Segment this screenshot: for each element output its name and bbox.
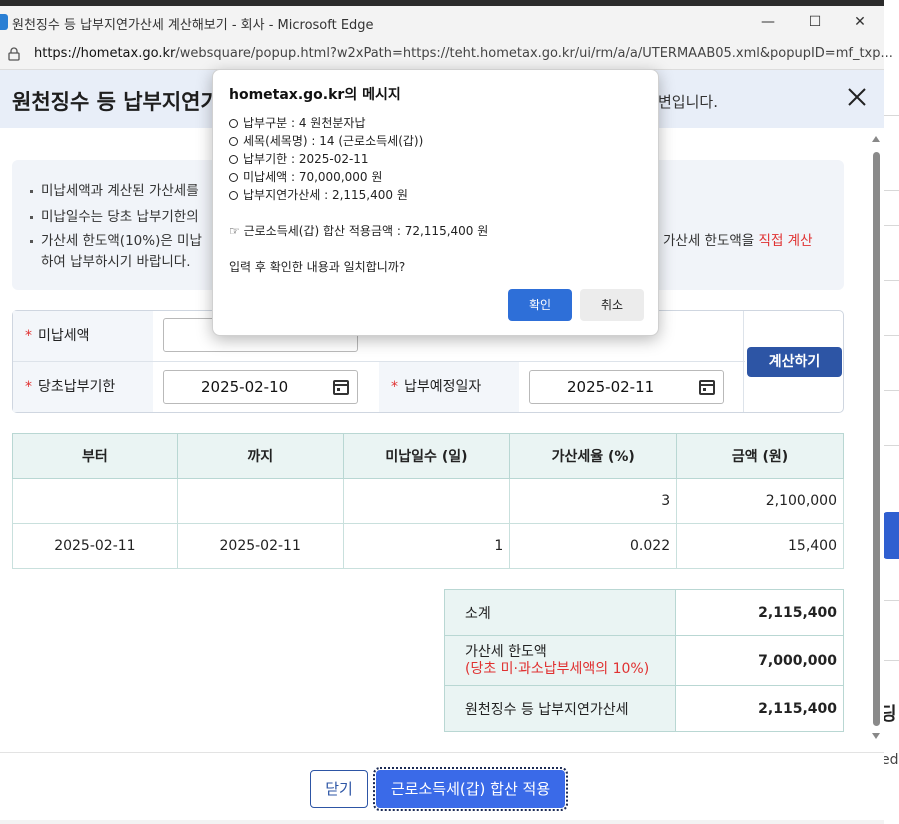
planned-date-input[interactable]: 2025-02-11 <box>529 370 724 404</box>
unpaid-amount-label: * 미납세액 <box>13 311 153 361</box>
subtotal-value: 2,115,400 <box>675 589 844 636</box>
table-cell <box>342 478 511 524</box>
url-text[interactable]: https://hometax.go.kr/websquare/popup.ht… <box>34 46 893 61</box>
calculate-button[interactable]: 계산하기 <box>747 347 842 377</box>
limit-value: 7,000,000 <box>675 635 844 686</box>
dialog-line: 납부기한 : 2025-02-11 <box>229 150 369 167</box>
bg-divider <box>884 190 899 191</box>
close-icon[interactable] <box>846 86 868 108</box>
summary-row: 원천징수 등 납부지연가산세 2,115,400 <box>444 685 844 732</box>
penalty-table: 부터 까지 미납일수 (일) 가산세율 (%) 금액 (원) 3 2,100,0… <box>12 433 844 569</box>
maximize-icon[interactable]: ☐ <box>799 10 831 34</box>
column-header: 부터 <box>12 433 178 479</box>
table-header-row: 부터 까지 미납일수 (일) 가산세율 (%) 금액 (원) <box>12 433 844 479</box>
circle-bullet-icon <box>229 173 238 182</box>
limit-label: 가산세 한도액 <box>465 643 547 660</box>
dialog-question: 입력 후 확인한 내용과 일치합니까? <box>229 260 406 274</box>
circle-bullet-icon <box>229 191 238 200</box>
dialog-sum-line: ☞ 근로소득세(갑) 합산 적용금액 : 72,115,400 원 <box>229 224 489 238</box>
summary-row: 소계 2,115,400 <box>444 589 844 636</box>
bg-divider <box>884 335 899 336</box>
table-cell: 3 <box>509 478 678 524</box>
bg-divider <box>884 660 899 661</box>
limit-note: (당초 미·과소납부세액의 10%) <box>465 660 650 677</box>
column-header: 가산세율 (%) <box>509 433 678 479</box>
form-divider-vertical <box>743 311 744 412</box>
notice-line: 미납일수는 당초 납부기한의 <box>30 205 199 225</box>
apply-sum-button[interactable]: 근로소득세(갑) 합산 적용 <box>373 767 568 811</box>
column-header: 금액 (원) <box>676 433 844 479</box>
title-bar: 원천징수 등 납부지연가산세 계산해보기 - 회사 - Microsoft Ed… <box>0 6 884 38</box>
edge-app-icon <box>0 14 8 30</box>
dialog-ok-button[interactable]: 확인 <box>508 289 572 321</box>
dialog-line: 미납세액 : 70,000,000 원 <box>229 168 382 185</box>
bg-divider <box>884 445 899 446</box>
planned-date-label: * 납부예정일자 <box>379 362 519 412</box>
lock-icon <box>8 47 20 61</box>
table-cell: 0.022 <box>509 523 678 569</box>
bg-divider <box>884 390 899 391</box>
limit-label-cell: 가산세 한도액 (당초 미·과소납부세액의 10%) <box>444 635 676 686</box>
table-cell: 2025-02-11 <box>176 523 344 569</box>
table-cell: 15,400 <box>676 523 844 569</box>
column-header: 까지 <box>176 433 344 479</box>
notice-line: 미납세액과 계산된 가산세를 <box>30 179 199 199</box>
table-cell: 2025-02-11 <box>12 523 178 569</box>
notice-line: 가산세 한도액(10%)은 미납 <box>30 229 202 249</box>
calendar-icon[interactable] <box>699 380 715 395</box>
popup-title: 원천징수 등 납부지연가 <box>12 90 220 114</box>
bg-blue-button[interactable] <box>883 512 899 559</box>
due-date-label: * 당초납부기한 <box>13 362 153 412</box>
direct-calc-highlight: 직접 계산 <box>758 233 813 249</box>
bg-divider <box>884 115 899 116</box>
dialog-line: 세목(세목명) : 14 (근로소득세(갑)) <box>229 132 423 149</box>
summary-table: 소계 2,115,400 가산세 한도액 (당초 미·과소납부세액의 10%) … <box>444 589 844 732</box>
scroll-down-icon[interactable] <box>872 733 880 739</box>
table-cell <box>176 478 344 524</box>
bg-divider <box>884 225 899 226</box>
subtotal-label: 소계 <box>444 589 676 636</box>
scrollbar[interactable] <box>870 136 882 744</box>
table-row: 3 2,100,000 <box>12 478 844 524</box>
dialog-cancel-button[interactable]: 취소 <box>580 289 644 321</box>
scroll-thumb[interactable] <box>873 152 880 726</box>
table-row: 2025-02-11 2025-02-11 1 0.022 15,400 <box>12 523 844 569</box>
notice-line-tail: 가산세 한도액을 직접 계산 <box>663 233 813 249</box>
url-path: /websquare/popup.html?w2xPath=https://te… <box>175 46 893 61</box>
minimize-icon[interactable]: — <box>752 10 784 34</box>
due-date-input[interactable]: 2025-02-10 <box>163 370 358 404</box>
notice-line: 하여 납부하시기 바랍니다. <box>41 254 191 270</box>
dialog-line: 납부구분 : 4 원천분자납 <box>229 114 365 131</box>
total-label: 원천징수 등 납부지연가산세 <box>444 685 676 732</box>
circle-bullet-icon <box>229 137 238 146</box>
summary-row: 가산세 한도액 (당초 미·과소납부세액의 10%) 7,000,000 <box>444 635 844 686</box>
table-cell <box>12 478 178 524</box>
dialog-line: 납부지연가산세 : 2,115,400 원 <box>229 186 408 203</box>
url-domain: https://hometax.go.kr <box>34 46 176 61</box>
table-cell: 1 <box>342 523 511 569</box>
popup-subtitle: 변입니다. <box>658 93 718 111</box>
total-value: 2,115,400 <box>675 685 844 732</box>
window-title: 원천징수 등 납부지연가산세 계산해보기 - 회사 - Microsoft Ed… <box>12 18 374 33</box>
circle-bullet-icon <box>229 119 238 128</box>
address-bar[interactable]: https://hometax.go.kr/websquare/popup.ht… <box>0 38 893 70</box>
dialog-title: hometax.go.kr의 메시지 <box>229 87 401 103</box>
column-header: 미납일수 (일) <box>342 433 511 479</box>
scroll-up-icon[interactable] <box>872 136 880 142</box>
close-window-icon[interactable]: ✕ <box>844 10 876 34</box>
screen: 딩 ed. 원천징수 등 납부지연가산세 계산해보기 - 회사 - Micros… <box>0 0 899 824</box>
close-button[interactable]: 닫기 <box>310 770 368 808</box>
confirm-dialog: hometax.go.kr의 메시지 납부구분 : 4 원천분자납 세목(세목명… <box>212 69 659 336</box>
table-cell: 2,100,000 <box>676 478 844 524</box>
circle-bullet-icon <box>229 155 238 164</box>
bg-divider <box>884 600 899 601</box>
popup-footer: 닫기 근로소득세(갑) 합산 적용 <box>0 752 884 820</box>
calendar-icon[interactable] <box>333 380 349 395</box>
bg-divider <box>884 280 899 281</box>
